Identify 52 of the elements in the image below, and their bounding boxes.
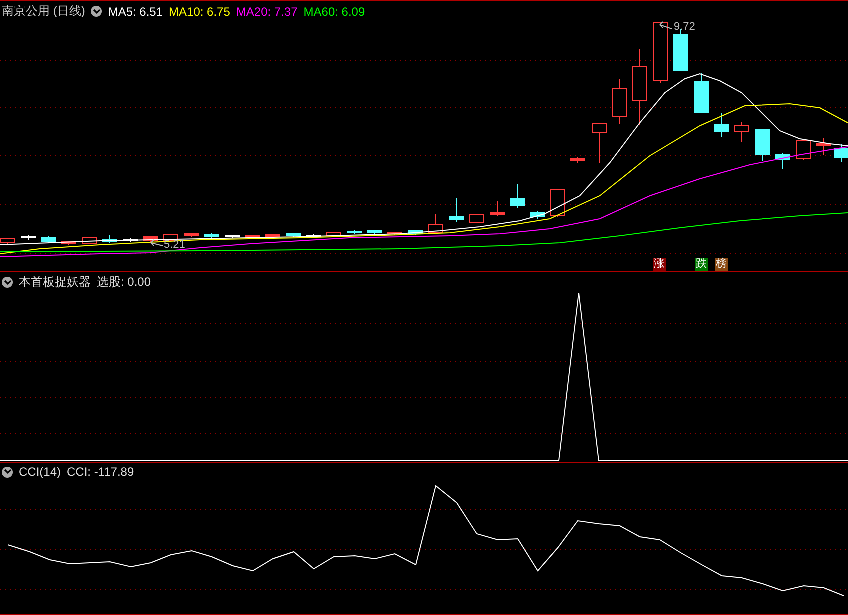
candlestick bbox=[550, 190, 566, 218]
candlestick bbox=[286, 232, 302, 238]
indicator-name: CCI(14) bbox=[19, 465, 62, 479]
indicator-value: 选股: 0.00 bbox=[97, 274, 152, 291]
moving-average-value: MA10: 6.75 bbox=[169, 4, 230, 18]
candlestick bbox=[102, 234, 118, 244]
rank-tag[interactable]: 涨 bbox=[653, 258, 666, 271]
candlestick bbox=[674, 28, 688, 72]
candlestick bbox=[450, 198, 464, 222]
candlestick bbox=[490, 200, 506, 216]
candlestick bbox=[368, 230, 382, 234]
candlestick bbox=[470, 214, 484, 224]
candlestick bbox=[184, 234, 200, 238]
candlestick bbox=[510, 184, 526, 208]
candlestick bbox=[144, 236, 158, 242]
candlestick bbox=[816, 138, 832, 156]
indicator-name: 本首板捉妖器 bbox=[19, 274, 91, 291]
candlestick bbox=[756, 130, 770, 162]
indicator-value: CCI: -117.89 bbox=[67, 465, 134, 479]
moving-average-value: MA20: 7.37 bbox=[236, 4, 298, 18]
candlestick bbox=[694, 72, 710, 114]
high-price-label: 9.72 bbox=[674, 21, 696, 33]
candlestick bbox=[796, 140, 812, 160]
candlestick bbox=[734, 122, 750, 142]
candlestick bbox=[408, 230, 424, 236]
moving-average-value: MA5: 6.51 bbox=[108, 4, 164, 18]
arrow-icon bbox=[660, 22, 672, 30]
candlestick bbox=[204, 232, 220, 238]
candlestick bbox=[326, 232, 342, 238]
candlestick bbox=[226, 234, 240, 238]
candlestick bbox=[714, 112, 730, 138]
candlestick bbox=[612, 78, 628, 124]
arrow-icon bbox=[150, 240, 164, 246]
dropdown-icon[interactable] bbox=[2, 277, 13, 288]
dropdown-icon[interactable] bbox=[91, 6, 102, 17]
candlestick bbox=[266, 234, 280, 238]
candlestick bbox=[592, 124, 608, 164]
candlestick bbox=[530, 210, 546, 220]
rank-tag[interactable]: 榜 bbox=[715, 258, 728, 271]
candlestick bbox=[776, 152, 790, 170]
candlestick bbox=[246, 234, 260, 240]
candlestick bbox=[834, 144, 848, 162]
candlestick bbox=[428, 214, 444, 234]
candlestick bbox=[42, 236, 56, 244]
stock-title: 南京公用 (日线) bbox=[2, 3, 86, 20]
candlestick bbox=[654, 22, 668, 84]
dropdown-icon[interactable] bbox=[2, 466, 13, 478]
candlestick bbox=[388, 232, 402, 236]
candlestick bbox=[62, 240, 76, 246]
low-price-label: 5.21 bbox=[164, 239, 186, 251]
moving-average-value: MA60: 6.09 bbox=[304, 4, 366, 18]
rank-tag[interactable]: 跌 bbox=[695, 258, 708, 271]
